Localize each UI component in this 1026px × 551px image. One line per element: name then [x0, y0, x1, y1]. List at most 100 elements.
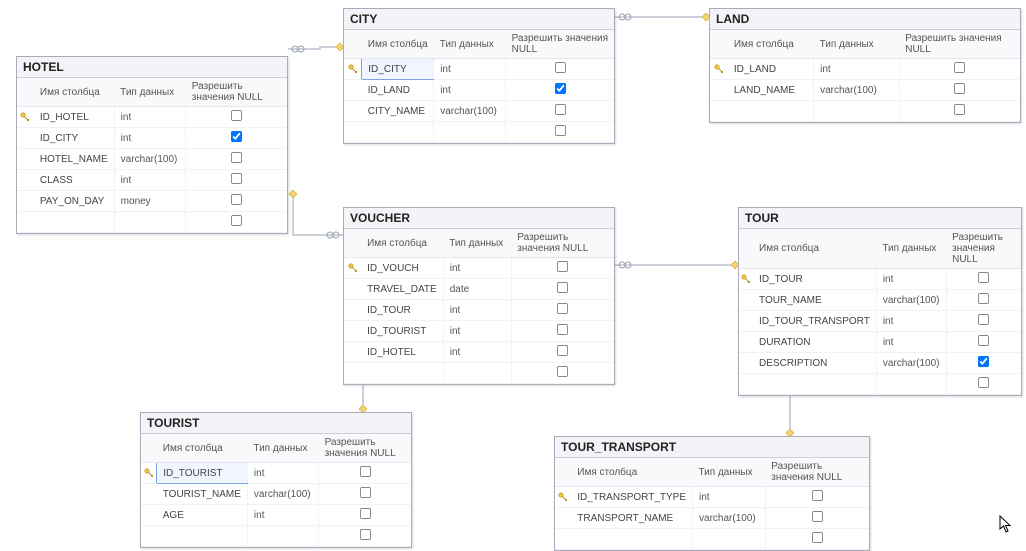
allow-null-checkbox[interactable] [978, 356, 989, 367]
table-row[interactable]: LAND_NAMEvarchar(100) [710, 80, 1020, 101]
allow-null-cell[interactable] [946, 332, 1021, 353]
table-tourist[interactable]: TOURISTИмя столбцаТип данныхРазрешить зн… [140, 412, 412, 548]
table-row[interactable]: ID_HOTELint [17, 107, 287, 128]
dtype-cell[interactable]: int [443, 258, 511, 279]
table-row[interactable]: HOTEL_NAMEvarchar(100) [17, 149, 287, 170]
colname-cell[interactable]: ID_TOUR [361, 300, 443, 321]
table-row[interactable]: ID_TOUR_TRANSPORTint [739, 311, 1021, 332]
table-tour[interactable]: TOURИмя столбцаТип данныхРазрешить значе… [738, 207, 1022, 396]
allow-null-checkbox[interactable] [360, 466, 371, 477]
dtype-cell[interactable]: int [876, 269, 946, 290]
table-row[interactable]: ID_TRANSPORT_TYPEint [555, 487, 869, 508]
table-land[interactable]: LANDИмя столбцаТип данныхРазрешить значе… [709, 8, 1021, 123]
table-row[interactable]: TRAVEL_DATEdate [344, 279, 614, 300]
table-row[interactable]: ID_TOURISTint [344, 321, 614, 342]
dtype-cell[interactable] [876, 374, 946, 395]
table-row[interactable]: ID_TOURint [344, 300, 614, 321]
dtype-cell[interactable]: int [443, 321, 511, 342]
table-row[interactable]: ID_TOURISTint [141, 463, 411, 484]
dtype-cell[interactable]: varchar(100) [434, 101, 506, 122]
allow-null-cell[interactable] [946, 311, 1021, 332]
allow-null-checkbox[interactable] [555, 83, 566, 94]
table-tour_transport[interactable]: TOUR_TRANSPORTИмя столбцаТип данныхРазре… [554, 436, 870, 551]
table-row[interactable]: DURATIONint [739, 332, 1021, 353]
colname-cell[interactable]: TRANSPORT_NAME [571, 508, 692, 529]
dtype-cell[interactable]: int [434, 59, 506, 80]
table-row[interactable] [141, 526, 411, 547]
allow-null-checkbox[interactable] [231, 152, 242, 163]
colname-cell[interactable] [362, 122, 434, 143]
dtype-cell[interactable] [114, 212, 186, 233]
dtype-cell[interactable]: varchar(100) [876, 353, 946, 374]
colname-cell[interactable]: DESCRIPTION [753, 353, 876, 374]
table-hotel[interactable]: HOTELИмя столбцаТип данныхРазрешить знач… [16, 56, 288, 234]
table-row[interactable]: ID_CITYint [344, 59, 614, 80]
dtype-cell[interactable]: varchar(100) [814, 80, 900, 101]
allow-null-cell[interactable] [186, 149, 287, 170]
dtype-cell[interactable]: varchar(100) [114, 149, 186, 170]
column-header-nullc[interactable]: Разрешить значения NULL [765, 458, 869, 487]
allow-null-cell[interactable] [511, 363, 614, 384]
dtype-cell[interactable]: int [247, 463, 318, 484]
dtype-cell[interactable]: int [443, 342, 511, 363]
allow-null-cell[interactable] [765, 487, 869, 508]
table-row[interactable]: ID_TOURint [739, 269, 1021, 290]
allow-null-cell[interactable] [506, 122, 614, 143]
colname-cell[interactable]: ID_LAND [728, 59, 814, 80]
allow-null-checkbox[interactable] [978, 293, 989, 304]
table-title[interactable]: TOUR_TRANSPORT [555, 437, 869, 458]
allow-null-cell[interactable] [186, 107, 287, 128]
column-header-nullc[interactable]: Разрешить значения NULL [511, 229, 614, 258]
table-row[interactable]: CLASSint [17, 170, 287, 191]
allow-null-checkbox[interactable] [978, 335, 989, 346]
allow-null-checkbox[interactable] [812, 490, 823, 501]
allow-null-checkbox[interactable] [360, 529, 371, 540]
table-row[interactable]: ID_HOTELint [344, 342, 614, 363]
allow-null-cell[interactable] [319, 526, 411, 547]
column-header-dtype[interactable]: Тип данных [814, 30, 900, 59]
dtype-cell[interactable]: money [114, 191, 186, 212]
dtype-cell[interactable] [443, 363, 511, 384]
colname-cell[interactable]: ID_HOTEL [361, 342, 443, 363]
allow-null-checkbox[interactable] [555, 125, 566, 136]
table-title[interactable]: TOURIST [141, 413, 411, 434]
table-row[interactable] [739, 374, 1021, 395]
colname-cell[interactable]: CLASS [34, 170, 114, 191]
table-title[interactable]: TOUR [739, 208, 1021, 229]
colname-cell[interactable]: TRAVEL_DATE [361, 279, 443, 300]
allow-null-checkbox[interactable] [557, 345, 568, 356]
column-header-colname[interactable]: Имя столбца [157, 434, 248, 463]
table-city[interactable]: CITYИмя столбцаТип данныхРазрешить значе… [343, 8, 615, 144]
table-row[interactable]: TOUR_NAMEvarchar(100) [739, 290, 1021, 311]
colname-cell[interactable]: CITY_NAME [362, 101, 434, 122]
colname-cell[interactable]: LAND_NAME [728, 80, 814, 101]
allow-null-checkbox[interactable] [360, 487, 371, 498]
table-row[interactable] [710, 101, 1020, 122]
allow-null-checkbox[interactable] [555, 62, 566, 73]
dtype-cell[interactable]: int [814, 59, 900, 80]
allow-null-cell[interactable] [511, 321, 614, 342]
table-row[interactable]: ID_LANDint [710, 59, 1020, 80]
table-row[interactable] [555, 529, 869, 550]
allow-null-checkbox[interactable] [812, 511, 823, 522]
colname-cell[interactable]: ID_HOTEL [34, 107, 114, 128]
colname-cell[interactable] [157, 526, 248, 547]
column-header-colname[interactable]: Имя столбца [753, 229, 876, 269]
allow-null-checkbox[interactable] [812, 532, 823, 543]
table-row[interactable]: TOURIST_NAMEvarchar(100) [141, 484, 411, 505]
colname-cell[interactable]: AGE [157, 505, 248, 526]
column-header-nullc[interactable]: Разрешить значения NULL [899, 30, 1020, 59]
dtype-cell[interactable]: date [443, 279, 511, 300]
table-row[interactable]: DESCRIPTIONvarchar(100) [739, 353, 1021, 374]
colname-cell[interactable]: HOTEL_NAME [34, 149, 114, 170]
column-header-colname[interactable]: Имя столбца [728, 30, 814, 59]
dtype-cell[interactable]: int [114, 170, 186, 191]
table-title[interactable]: LAND [710, 9, 1020, 30]
dtype-cell[interactable]: varchar(100) [876, 290, 946, 311]
colname-cell[interactable]: ID_CITY [362, 59, 434, 80]
allow-null-cell[interactable] [765, 529, 869, 550]
colname-cell[interactable] [361, 363, 443, 384]
colname-cell[interactable]: ID_TOURIST [157, 463, 248, 484]
allow-null-cell[interactable] [946, 374, 1021, 395]
dtype-cell[interactable] [247, 526, 318, 547]
